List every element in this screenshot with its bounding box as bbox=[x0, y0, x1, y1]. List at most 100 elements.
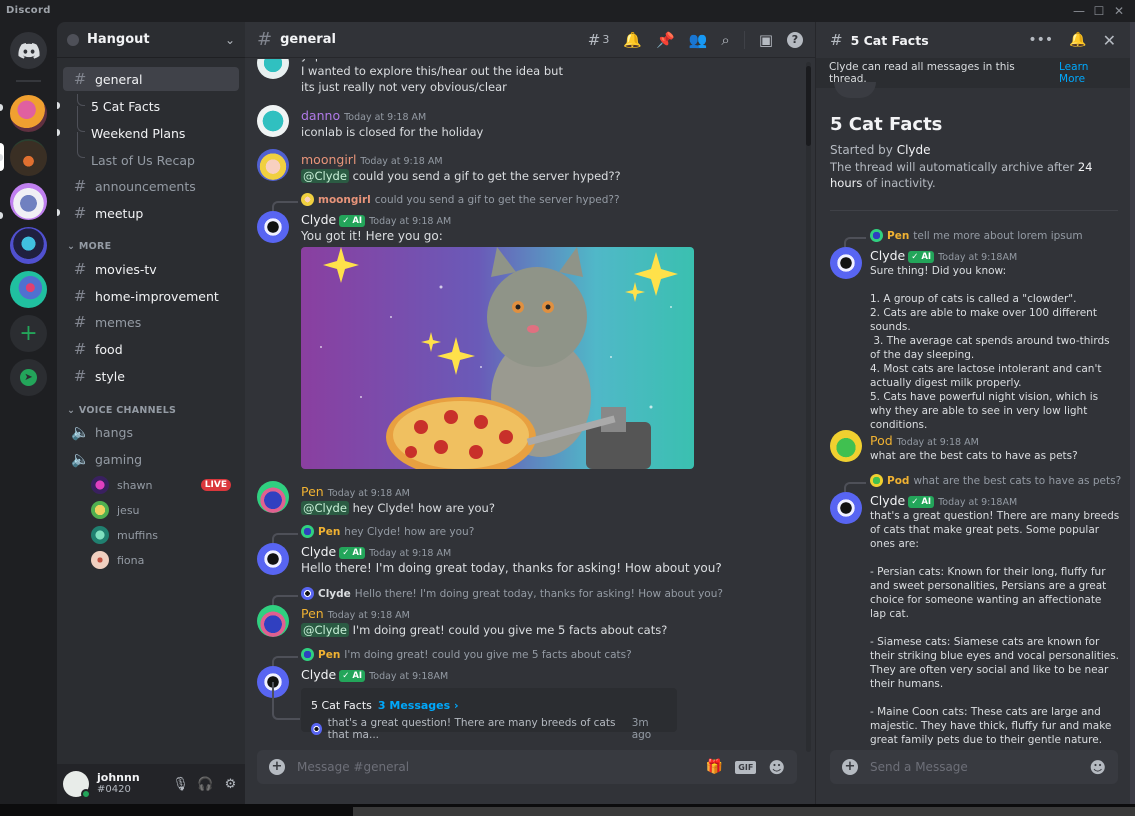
server-icon-2[interactable] bbox=[10, 139, 47, 176]
user-mention[interactable]: @Clyde bbox=[301, 623, 349, 637]
message-input[interactable]: Message #general bbox=[297, 760, 706, 774]
reply-author: Pen bbox=[318, 525, 341, 538]
message-composer[interactable]: + Message #general 🎁 GIF ☻ bbox=[257, 750, 797, 784]
close-thread-icon[interactable]: ✕ bbox=[1103, 31, 1116, 50]
attach-plus-icon[interactable]: + bbox=[842, 759, 858, 775]
add-server-button[interactable]: + bbox=[10, 315, 47, 352]
server-name: Hangout bbox=[87, 32, 150, 47]
gif-button[interactable]: GIF bbox=[735, 760, 757, 774]
channel-meetup[interactable]: # meetup bbox=[63, 201, 239, 225]
server-icon-4[interactable] bbox=[10, 227, 47, 264]
headphones-icon[interactable]: 🎧 bbox=[197, 777, 214, 792]
clyde-avatar[interactable] bbox=[830, 247, 862, 279]
message-author[interactable]: Clyde bbox=[870, 248, 905, 263]
clyde-avatar[interactable] bbox=[257, 211, 289, 243]
gear-icon[interactable]: ⚙ bbox=[222, 777, 239, 792]
avatar[interactable] bbox=[257, 105, 289, 137]
hash-icon: # bbox=[73, 340, 87, 358]
server-header[interactable]: Hangout ⌄ bbox=[57, 22, 245, 58]
scrollbar-thumb[interactable] bbox=[806, 66, 811, 146]
emoji-icon[interactable]: ☻ bbox=[768, 758, 785, 777]
message-author[interactable]: Pen bbox=[301, 484, 324, 499]
microphone-icon[interactable]: 🎙 bbox=[172, 777, 189, 792]
members-icon[interactable]: 👥 bbox=[689, 31, 708, 49]
user-mention[interactable]: @Clyde bbox=[301, 501, 349, 515]
category-more[interactable]: ⌄ MORE bbox=[67, 241, 111, 252]
message-author[interactable]: moongirl bbox=[301, 152, 356, 167]
avatar bbox=[91, 476, 109, 494]
voice-user-muffins[interactable]: muffins bbox=[91, 524, 231, 546]
voice-user-fiona[interactable]: fiona bbox=[91, 549, 231, 571]
avatar[interactable] bbox=[257, 149, 289, 181]
avatar[interactable] bbox=[830, 430, 862, 462]
channel-announcements[interactable]: # announcements bbox=[63, 174, 239, 198]
emoji-icon[interactable]: ☻ bbox=[1089, 758, 1106, 777]
thread-message-input[interactable]: Send a Message bbox=[870, 760, 1089, 774]
online-status-icon bbox=[81, 789, 91, 799]
home-button[interactable] bbox=[10, 32, 47, 69]
gift-icon[interactable]: 🎁 bbox=[706, 759, 723, 775]
avatar[interactable] bbox=[257, 605, 289, 637]
channel-movies-tv[interactable]: # movies-tv bbox=[63, 257, 239, 281]
search-icon[interactable]: ⌕ bbox=[721, 31, 729, 49]
server-icon-3[interactable] bbox=[10, 183, 47, 220]
thread-starter[interactable]: Clyde bbox=[897, 143, 931, 157]
bell-icon[interactable]: 🔔 bbox=[1069, 32, 1086, 48]
gif-attachment[interactable] bbox=[301, 247, 694, 469]
message-author[interactable]: Clyde bbox=[870, 493, 905, 508]
reply-reference[interactable]: Pen tell me more about lorem ipsum bbox=[870, 229, 1083, 242]
reply-reference[interactable]: Pod what are the best cats to have as pe… bbox=[870, 474, 1121, 487]
server-icon-1[interactable] bbox=[10, 95, 47, 132]
message-author[interactable]: Clyde bbox=[301, 667, 336, 682]
message-author[interactable]: Clyde bbox=[301, 212, 336, 227]
user-mention[interactable]: @Clyde bbox=[301, 169, 349, 183]
minimize-button[interactable]: — bbox=[1070, 3, 1088, 19]
message-text: iconlab is closed for the holiday bbox=[301, 125, 484, 139]
avatar[interactable] bbox=[257, 481, 289, 513]
channel-food[interactable]: # food bbox=[63, 337, 239, 361]
voice-channel-hangs[interactable]: 🔈 hangs bbox=[63, 420, 239, 444]
reply-reference[interactable]: Pen hey Clyde! how are you? bbox=[301, 525, 474, 538]
message-author[interactable]: danno bbox=[301, 108, 340, 123]
message-author[interactable]: Clyde bbox=[301, 544, 336, 559]
voice-user-jesu[interactable]: jesu bbox=[91, 499, 231, 521]
attach-plus-icon[interactable]: + bbox=[269, 759, 285, 775]
thread-preview-card[interactable]: 5 Cat Facts 3 Messages › that's a great q… bbox=[301, 688, 677, 741]
bell-icon[interactable]: 🔔 bbox=[623, 31, 642, 49]
inbox-icon[interactable]: ▣ bbox=[759, 31, 773, 49]
reply-text: I'm doing great! could you give me 5 fac… bbox=[344, 648, 632, 661]
maximize-button[interactable]: ☐ bbox=[1090, 3, 1108, 19]
channel-general[interactable]: # general bbox=[63, 67, 239, 91]
thread-channel-icon: # bbox=[73, 70, 87, 88]
message-timestamp: Today at 9:18AM bbox=[938, 497, 1018, 508]
thread-composer[interactable]: + Send a Message ☻ bbox=[830, 750, 1118, 784]
message-author[interactable]: Pen bbox=[301, 606, 324, 621]
close-window-button[interactable]: ✕ bbox=[1110, 3, 1128, 19]
reply-reference[interactable]: Pen I'm doing great! could you give me 5… bbox=[301, 648, 632, 661]
category-voice-channels[interactable]: ⌄ VOICE CHANNELS bbox=[67, 405, 176, 416]
threads-button[interactable]: #3 bbox=[588, 31, 610, 49]
voice-channel-gaming[interactable]: 🔈 gaming bbox=[63, 447, 239, 471]
channel-home-improvement[interactable]: # home-improvement bbox=[63, 284, 239, 308]
voice-user-shawn[interactable]: shawn LIVE bbox=[91, 474, 231, 496]
thread-message-count[interactable]: 3 Messages › bbox=[378, 699, 459, 712]
thread-last-of-us-recap[interactable]: Last of Us Recap bbox=[63, 148, 195, 172]
message-author[interactable]: Pod bbox=[870, 433, 893, 448]
channel-memes[interactable]: # memes bbox=[63, 310, 239, 334]
scrollbar-track[interactable] bbox=[806, 62, 811, 752]
explore-servers-button[interactable]: ➤ bbox=[10, 359, 47, 396]
reply-reference[interactable]: moongirl could you send a gif to get the… bbox=[301, 193, 620, 206]
server-icon-5[interactable] bbox=[10, 271, 47, 308]
help-icon[interactable]: ? bbox=[787, 31, 803, 48]
channel-style[interactable]: # style bbox=[63, 364, 239, 388]
pin-icon[interactable]: 📌 bbox=[656, 31, 675, 49]
more-options-icon[interactable]: ••• bbox=[1028, 32, 1053, 48]
message-timestamp: Today at 9:18 AM bbox=[327, 488, 410, 499]
clyde-avatar[interactable] bbox=[257, 543, 289, 575]
reply-text: tell me more about lorem ipsum bbox=[913, 229, 1083, 242]
user-avatar[interactable] bbox=[63, 771, 91, 799]
reply-reference[interactable]: Clyde Hello there! I'm doing great today… bbox=[301, 587, 723, 600]
learn-more-link[interactable]: Learn More bbox=[1059, 61, 1117, 85]
clyde-avatar[interactable] bbox=[830, 492, 862, 524]
chevron-down-icon: ⌄ bbox=[67, 405, 79, 416]
